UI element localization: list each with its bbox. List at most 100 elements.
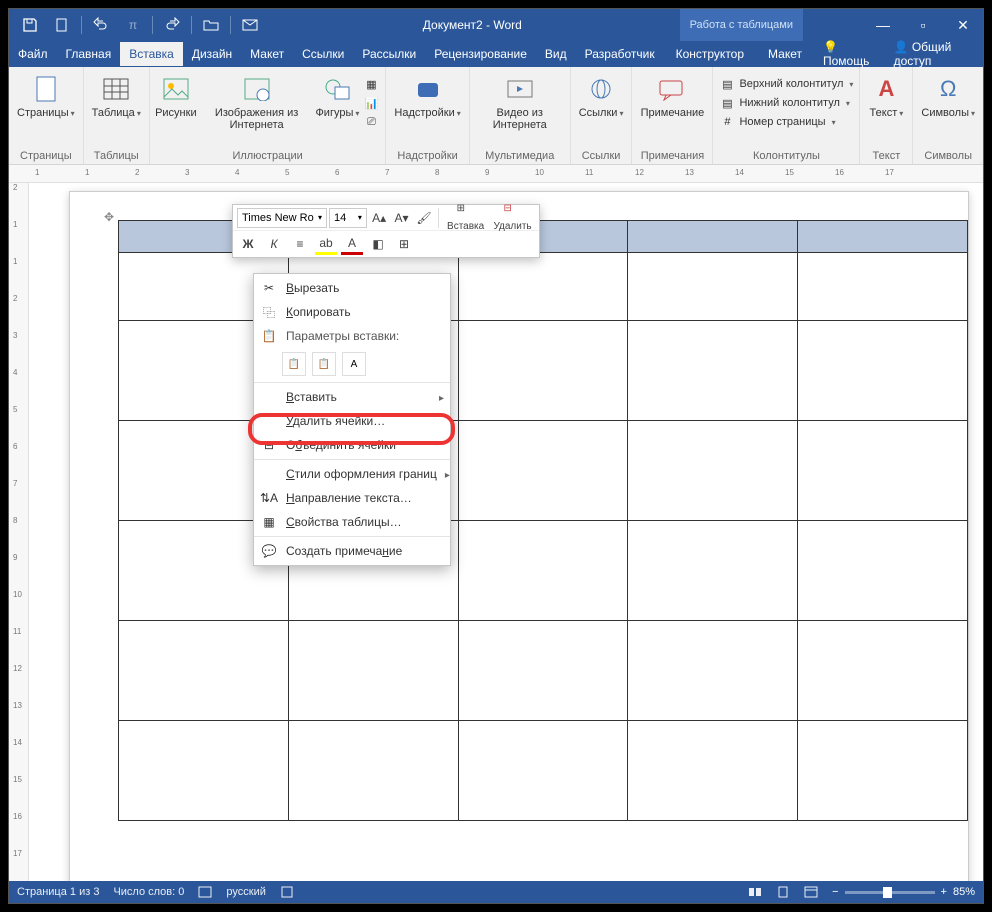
table-row[interactable]	[119, 521, 968, 621]
ctx-text-direction[interactable]: ⇅AНаправление текста…	[254, 486, 450, 510]
document-page[interactable]: ✥	[69, 191, 969, 881]
links-button[interactable]: Ссылки	[575, 71, 628, 121]
align-button[interactable]: ≡	[289, 233, 311, 255]
ctx-insert[interactable]: Вставить	[254, 385, 450, 409]
shading-button[interactable]: ◧	[367, 233, 389, 255]
online-pictures-button[interactable]: Изображения из Интернета	[200, 71, 314, 133]
pi-icon[interactable]: π	[118, 11, 148, 39]
paste-keep-source[interactable]: 📋	[282, 352, 306, 376]
tab-developer[interactable]: Разработчик	[576, 42, 664, 66]
horizontal-ruler[interactable]: 11234567891011121314151617	[9, 165, 983, 183]
table-row[interactable]	[119, 621, 968, 721]
grow-font-button[interactable]: A▴	[369, 207, 389, 229]
vertical-ruler[interactable]: 2112345678910111213141516171819	[9, 183, 29, 881]
mini-insert-button[interactable]: ⊞Вставка	[443, 202, 488, 233]
table-row[interactable]	[119, 321, 968, 421]
page-icon	[34, 75, 58, 103]
text-icon: A	[870, 73, 902, 105]
chart-button[interactable]: 📊	[361, 94, 381, 112]
format-painter-button[interactable]: 🖌	[414, 207, 434, 229]
header-label: Верхний колонтитул	[739, 78, 843, 90]
table-anchor-icon[interactable]: ✥	[104, 210, 114, 224]
status-language[interactable]: русский	[226, 886, 265, 898]
view-read-mode[interactable]	[748, 885, 762, 899]
tab-mailings[interactable]: Рассылки	[353, 42, 425, 66]
font-size-combo[interactable]: 14▾	[329, 208, 367, 228]
status-spell[interactable]	[198, 885, 212, 899]
table-button[interactable]: Таблица	[88, 71, 145, 121]
online-video-button[interactable]: Видео из Интернета	[474, 71, 566, 133]
zoom-out[interactable]: −	[832, 886, 838, 898]
document-table[interactable]	[118, 220, 968, 821]
font-color-button[interactable]: A	[341, 233, 363, 255]
ctx-border-styles[interactable]: Стили оформления границ	[254, 462, 450, 486]
tab-layout[interactable]: Макет	[241, 42, 293, 66]
ctx-delete-cells[interactable]: Удалить ячейки…	[254, 409, 450, 433]
ctx-cut[interactable]: ✂Вырезать	[254, 276, 450, 300]
tab-table-layout[interactable]: Макет	[756, 42, 814, 66]
text-label: Текст	[870, 105, 904, 119]
comment-button[interactable]: Примечание	[636, 71, 708, 121]
shapes-button[interactable]: Фигуры	[315, 71, 359, 121]
merge-icon: ⊟	[260, 436, 278, 454]
shapes-icon	[323, 77, 351, 101]
bold-button[interactable]: Ж	[237, 233, 259, 255]
highlight-button[interactable]: ab	[315, 233, 337, 255]
ctx-copy[interactable]: ⿻Копировать	[254, 300, 450, 324]
redo-icon[interactable]	[157, 11, 187, 39]
tab-insert[interactable]: Вставка	[120, 42, 183, 66]
borders-button[interactable]: ⊞	[393, 233, 415, 255]
status-words[interactable]: Число слов: 0	[113, 886, 184, 898]
paste-merge[interactable]: 📋	[312, 352, 336, 376]
view-print-layout[interactable]	[776, 885, 790, 899]
pictures-button[interactable]: Рисунки	[154, 71, 198, 121]
ctx-new-comment[interactable]: 💬Создать примечание	[254, 539, 450, 563]
zoom-in[interactable]: +	[941, 886, 947, 898]
header-button[interactable]: ▤Верхний колонтитул	[717, 75, 855, 93]
zoom-slider[interactable]	[845, 891, 935, 894]
tab-references[interactable]: Ссылки	[293, 42, 353, 66]
font-size: 14	[334, 212, 346, 224]
zoom-level[interactable]: 85%	[953, 886, 975, 898]
table-row[interactable]	[119, 253, 968, 321]
undo-icon[interactable]	[86, 11, 116, 39]
view-web-layout[interactable]	[804, 885, 818, 899]
table-row[interactable]	[119, 421, 968, 521]
pagenum-button[interactable]: #Номер страницы	[717, 113, 855, 131]
tab-file[interactable]: Файл	[9, 42, 57, 66]
symbols-button[interactable]: Ω Символы	[917, 71, 979, 121]
tab-table-design[interactable]: Конструктор	[664, 42, 756, 66]
save-icon[interactable]	[15, 11, 45, 39]
status-page[interactable]: Страница 1 из 3	[17, 886, 99, 898]
group-symbols-label: Символы	[924, 148, 972, 164]
footer-button[interactable]: ▤Нижний колонтитул	[717, 94, 855, 112]
tab-view[interactable]: Вид	[536, 42, 576, 66]
ctx-table-properties[interactable]: ▦Свойства таблицы…	[254, 510, 450, 534]
addins-button[interactable]: Надстройки	[390, 71, 464, 121]
italic-button[interactable]: К	[263, 233, 285, 255]
tab-home[interactable]: Главная	[57, 42, 121, 66]
group-comments: Примечание Примечания	[632, 67, 713, 164]
smartart-button[interactable]: ▦	[361, 75, 381, 93]
open-icon[interactable]	[196, 11, 226, 39]
new-icon[interactable]	[47, 11, 77, 39]
mini-delete-button[interactable]: ⊟Удалить	[490, 202, 535, 233]
table-row[interactable]	[119, 721, 968, 821]
ctx-direction-label: аправление текста…	[295, 491, 412, 505]
paste-text-only[interactable]: A	[342, 352, 366, 376]
group-pages-label: Страницы	[20, 148, 72, 164]
pages-button[interactable]: Страницы	[13, 71, 79, 121]
link-icon	[587, 77, 615, 101]
pagenum-label: Номер страницы	[739, 116, 825, 128]
font-combo[interactable]: Times New Ro▾	[237, 208, 327, 228]
ctx-merge-cells[interactable]: ⊟Объединить ячейки	[254, 433, 450, 457]
footer-icon: ▤	[719, 95, 735, 111]
tab-review[interactable]: Рецензирование	[425, 42, 536, 66]
text-button[interactable]: A Текст	[864, 71, 908, 121]
shrink-font-button[interactable]: A▾	[391, 207, 411, 229]
status-macros[interactable]	[280, 885, 294, 899]
status-bar: Страница 1 из 3 Число слов: 0 русский − …	[9, 881, 983, 903]
screenshot-button[interactable]: ⎚	[361, 113, 381, 131]
tab-design[interactable]: Дизайн	[183, 42, 241, 66]
email-icon[interactable]	[235, 11, 265, 39]
